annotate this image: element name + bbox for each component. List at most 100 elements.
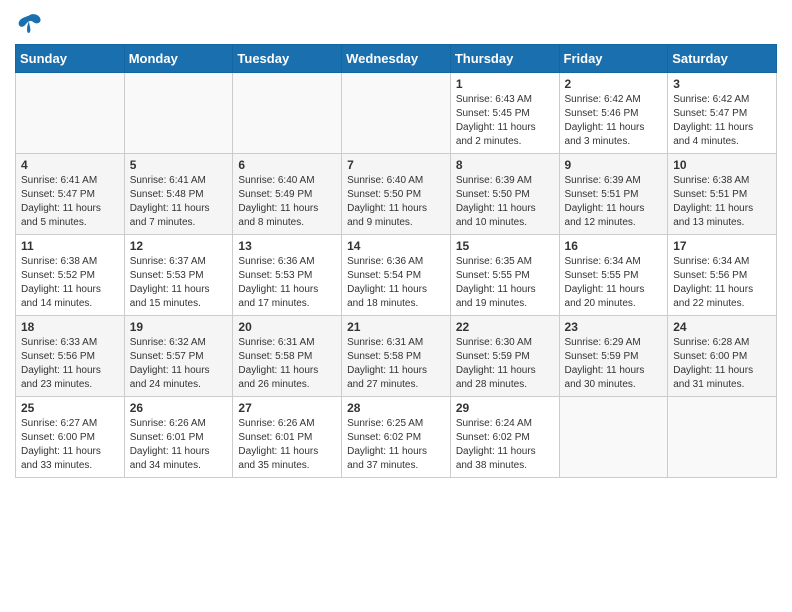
day-number: 6 [238, 158, 336, 172]
day-info: Sunrise: 6:36 AM Sunset: 5:53 PM Dayligh… [238, 256, 318, 309]
calendar-day-cell: 17Sunrise: 6:34 AM Sunset: 5:56 PM Dayli… [668, 235, 777, 316]
calendar-week-row: 25Sunrise: 6:27 AM Sunset: 6:00 PM Dayli… [16, 397, 777, 478]
day-number: 8 [456, 158, 554, 172]
calendar-day-cell: 28 Sunrise: 6:25 AM Sunset: 6:02 PM Dayli… [342, 397, 451, 478]
day-number: 3 [673, 77, 771, 91]
day-info: Sunrise: 6:30 AM Sunset: 5:59 PM Dayligh… [456, 337, 536, 390]
day-number: 4 [21, 158, 119, 172]
day-info: Sunrise: 6:31 AM Sunset: 5:58 PM Dayligh… [238, 337, 318, 390]
day-info: Sunrise: 6:38 AM Sunset: 5:52 PM Dayligh… [21, 256, 101, 309]
day-info: Sunrise: 6:43 AM Sunset: 5:45 PM Dayligh… [456, 94, 536, 147]
calendar-day-cell: 25Sunrise: 6:27 AM Sunset: 6:00 PM Dayli… [16, 397, 125, 478]
calendar-day-cell: 4Sunrise: 6:41 AM Sunset: 5:47 PM Daylig… [16, 154, 125, 235]
column-header-sunday: Sunday [16, 45, 125, 73]
calendar-day-cell: 7 Sunrise: 6:40 AM Sunset: 5:50 PM Daylig… [342, 154, 451, 235]
day-number: 27 [238, 401, 336, 415]
calendar-day-cell: 13 Sunrise: 6:36 AM Sunset: 5:53 PM Dayli… [233, 235, 342, 316]
calendar-day-cell: 12 Sunrise: 6:37 AM Sunset: 5:53 PM Dayli… [124, 235, 233, 316]
day-info: Sunrise: 6:33 AM Sunset: 5:56 PM Dayligh… [21, 337, 101, 390]
column-header-wednesday: Wednesday [342, 45, 451, 73]
day-info: Sunrise: 6:26 AM Sunset: 6:01 PM Dayligh… [238, 418, 318, 471]
day-number: 20 [238, 320, 336, 334]
calendar-day-cell: 22 Sunrise: 6:30 AM Sunset: 5:59 PM Dayli… [450, 316, 559, 397]
calendar-empty-cell [124, 73, 233, 154]
day-number: 22 [456, 320, 554, 334]
day-number: 23 [565, 320, 663, 334]
day-number: 7 [347, 158, 445, 172]
day-number: 2 [565, 77, 663, 91]
day-info: Sunrise: 6:28 AM Sunset: 6:00 PM Dayligh… [673, 337, 753, 390]
day-number: 14 [347, 239, 445, 253]
day-info: Sunrise: 6:32 AM Sunset: 5:57 PM Dayligh… [130, 337, 210, 390]
column-header-thursday: Thursday [450, 45, 559, 73]
calendar-empty-cell [668, 397, 777, 478]
calendar-day-cell: 19 Sunrise: 6:32 AM Sunset: 5:57 PM Dayli… [124, 316, 233, 397]
calendar-day-cell: 10 Sunrise: 6:38 AM Sunset: 5:51 PM Dayli… [668, 154, 777, 235]
column-header-monday: Monday [124, 45, 233, 73]
calendar-day-cell: 18 Sunrise: 6:33 AM Sunset: 5:56 PM Dayli… [16, 316, 125, 397]
calendar-week-row: 4Sunrise: 6:41 AM Sunset: 5:47 PM Daylig… [16, 154, 777, 235]
day-number: 24 [673, 320, 771, 334]
logo-bird-icon [15, 10, 43, 38]
calendar-empty-cell [559, 397, 668, 478]
calendar-table: SundayMondayTuesdayWednesdayThursdayFrid… [15, 44, 777, 478]
calendar-week-row: 11 Sunrise: 6:38 AM Sunset: 5:52 PM Dayli… [16, 235, 777, 316]
day-number: 21 [347, 320, 445, 334]
calendar-day-cell: 16Sunrise: 6:34 AM Sunset: 5:55 PM Dayli… [559, 235, 668, 316]
calendar-day-cell: 8 Sunrise: 6:39 AM Sunset: 5:50 PM Daylig… [450, 154, 559, 235]
calendar-day-cell: 3 Sunrise: 6:42 AM Sunset: 5:47 PM Daylig… [668, 73, 777, 154]
calendar-day-cell: 5Sunrise: 6:41 AM Sunset: 5:48 PM Daylig… [124, 154, 233, 235]
logo [15, 10, 47, 38]
day-info: Sunrise: 6:39 AM Sunset: 5:51 PM Dayligh… [565, 175, 645, 228]
calendar-header-row: SundayMondayTuesdayWednesdayThursdayFrid… [16, 45, 777, 73]
calendar-day-cell: 24 Sunrise: 6:28 AM Sunset: 6:00 PM Dayli… [668, 316, 777, 397]
day-info: Sunrise: 6:42 AM Sunset: 5:47 PM Dayligh… [673, 94, 753, 147]
calendar-day-cell: 20 Sunrise: 6:31 AM Sunset: 5:58 PM Dayli… [233, 316, 342, 397]
day-number: 18 [21, 320, 119, 334]
day-info: Sunrise: 6:26 AM Sunset: 6:01 PM Dayligh… [130, 418, 210, 471]
calendar-day-cell: 23 Sunrise: 6:29 AM Sunset: 5:59 PM Dayli… [559, 316, 668, 397]
day-info: Sunrise: 6:39 AM Sunset: 5:50 PM Dayligh… [456, 175, 536, 228]
calendar-day-cell: 1 Sunrise: 6:43 AM Sunset: 5:45 PM Daylig… [450, 73, 559, 154]
day-number: 17 [673, 239, 771, 253]
day-info: Sunrise: 6:42 AM Sunset: 5:46 PM Dayligh… [565, 94, 645, 147]
column-header-tuesday: Tuesday [233, 45, 342, 73]
day-info: Sunrise: 6:37 AM Sunset: 5:53 PM Dayligh… [130, 256, 210, 309]
day-number: 1 [456, 77, 554, 91]
day-number: 29 [456, 401, 554, 415]
day-info: Sunrise: 6:29 AM Sunset: 5:59 PM Dayligh… [565, 337, 645, 390]
calendar-day-cell: 27 Sunrise: 6:26 AM Sunset: 6:01 PM Dayli… [233, 397, 342, 478]
day-info: Sunrise: 6:41 AM Sunset: 5:48 PM Dayligh… [130, 175, 210, 228]
page-header [15, 10, 777, 38]
day-number: 16 [565, 239, 663, 253]
column-header-friday: Friday [559, 45, 668, 73]
day-number: 26 [130, 401, 228, 415]
calendar-day-cell: 14 Sunrise: 6:36 AM Sunset: 5:54 PM Dayli… [342, 235, 451, 316]
calendar-day-cell: 26 Sunrise: 6:26 AM Sunset: 6:01 PM Dayli… [124, 397, 233, 478]
day-number: 11 [21, 239, 119, 253]
calendar-day-cell: 15Sunrise: 6:35 AM Sunset: 5:55 PM Dayli… [450, 235, 559, 316]
calendar-day-cell: 11 Sunrise: 6:38 AM Sunset: 5:52 PM Dayli… [16, 235, 125, 316]
day-info: Sunrise: 6:40 AM Sunset: 5:50 PM Dayligh… [347, 175, 427, 228]
day-number: 19 [130, 320, 228, 334]
day-number: 15 [456, 239, 554, 253]
day-number: 13 [238, 239, 336, 253]
day-info: Sunrise: 6:31 AM Sunset: 5:58 PM Dayligh… [347, 337, 427, 390]
day-number: 28 [347, 401, 445, 415]
day-number: 25 [21, 401, 119, 415]
day-number: 10 [673, 158, 771, 172]
column-header-saturday: Saturday [668, 45, 777, 73]
calendar-week-row: 1 Sunrise: 6:43 AM Sunset: 5:45 PM Daylig… [16, 73, 777, 154]
day-info: Sunrise: 6:40 AM Sunset: 5:49 PM Dayligh… [238, 175, 318, 228]
calendar-day-cell: 21 Sunrise: 6:31 AM Sunset: 5:58 PM Dayli… [342, 316, 451, 397]
day-number: 12 [130, 239, 228, 253]
calendar-day-cell: 29 Sunrise: 6:24 AM Sunset: 6:02 PM Dayli… [450, 397, 559, 478]
calendar-day-cell: 2 Sunrise: 6:42 AM Sunset: 5:46 PM Daylig… [559, 73, 668, 154]
calendar-empty-cell [233, 73, 342, 154]
day-info: Sunrise: 6:36 AM Sunset: 5:54 PM Dayligh… [347, 256, 427, 309]
calendar-empty-cell [16, 73, 125, 154]
day-info: Sunrise: 6:25 AM Sunset: 6:02 PM Dayligh… [347, 418, 427, 471]
calendar-day-cell: 6 Sunrise: 6:40 AM Sunset: 5:49 PM Daylig… [233, 154, 342, 235]
day-info: Sunrise: 6:24 AM Sunset: 6:02 PM Dayligh… [456, 418, 536, 471]
day-info: Sunrise: 6:38 AM Sunset: 5:51 PM Dayligh… [673, 175, 753, 228]
